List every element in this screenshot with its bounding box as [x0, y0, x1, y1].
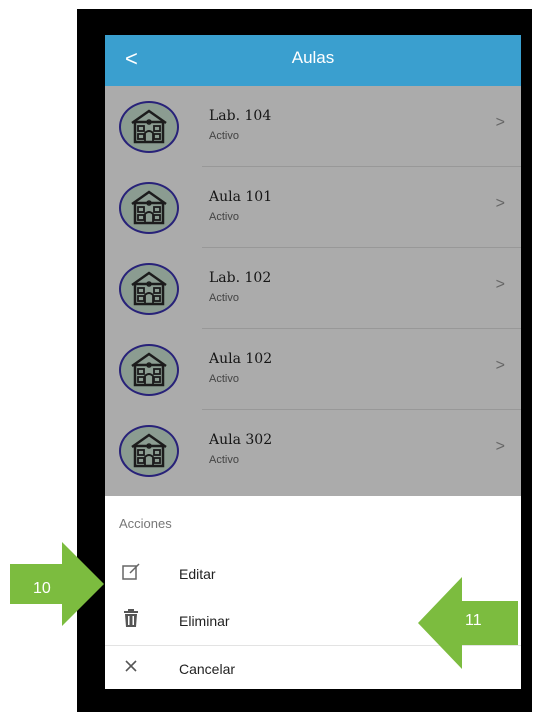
cancel-label: Cancelar: [179, 661, 236, 677]
callout-label-11: 11: [465, 612, 482, 629]
trash-icon: [121, 608, 141, 630]
edit-label: Editar: [179, 566, 216, 582]
callout-label-10: 10: [33, 580, 51, 597]
page-title: Aulas: [291, 48, 335, 67]
close-icon: [121, 656, 141, 678]
modal-backdrop[interactable]: [105, 86, 521, 496]
app-header: < Aulas: [105, 35, 521, 86]
callout-arrow-10: [10, 542, 104, 626]
edit-icon: [121, 561, 141, 583]
action-sheet-title: Acciones: [119, 516, 172, 531]
delete-label: Eliminar: [179, 613, 230, 629]
